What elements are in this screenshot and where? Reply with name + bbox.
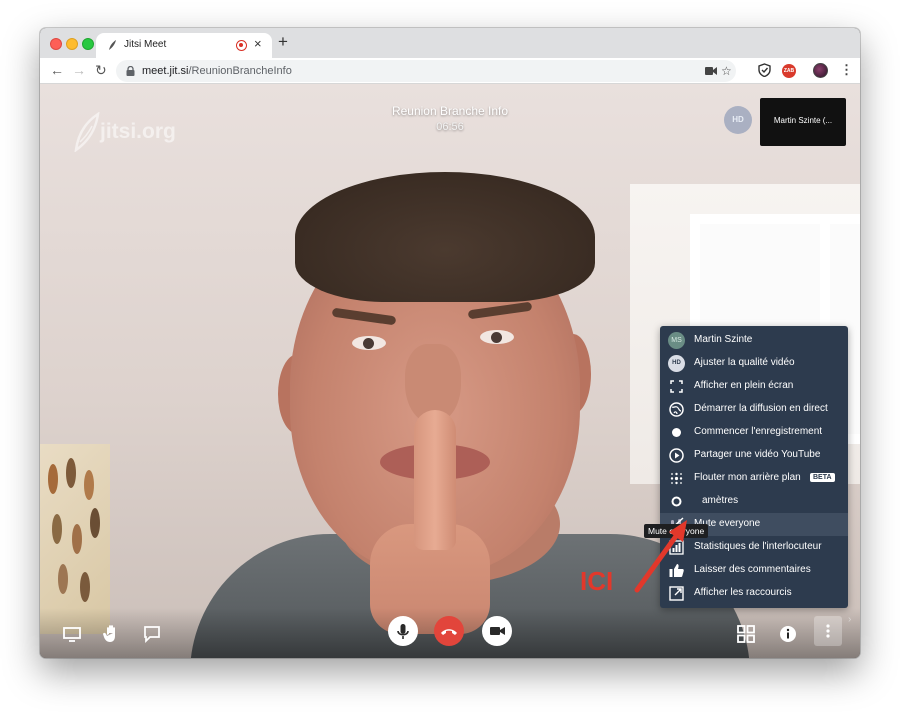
person-finger	[414, 410, 456, 550]
conference-timer: 06:56	[436, 121, 464, 133]
close-tab-icon[interactable]: ×	[254, 36, 262, 51]
youtube-icon	[669, 448, 684, 463]
menu-item-label: Partager une vidéo YouTube	[694, 449, 821, 460]
back-icon[interactable]: ←	[50, 62, 64, 78]
reload-icon[interactable]: ↻	[95, 62, 107, 79]
menu-item-profile[interactable]: MS Martin Szinte	[660, 329, 848, 352]
participant-thumbnail[interactable]: Martin Szinte (...	[760, 98, 846, 146]
tile-view-icon[interactable]	[734, 622, 758, 646]
person-eye-left	[352, 336, 386, 350]
menu-item-label: Flouter mon arrière plan	[694, 472, 801, 483]
avatar: MS	[668, 332, 685, 349]
jitsi-favicon-icon	[109, 40, 116, 50]
menu-item-fullscreen[interactable]: Afficher en plein écran	[660, 375, 848, 398]
microphone-button[interactable]	[388, 616, 418, 646]
menu-item-settings[interactable]: amètres	[660, 490, 848, 513]
bookmark-star-icon[interactable]: ☆	[721, 64, 732, 78]
menu-item-label: Afficher les raccourcis	[694, 587, 792, 598]
hangup-icon	[441, 629, 457, 635]
menu-item-label: Commencer l'enregistrement	[694, 426, 823, 437]
thumbnail-name: Martin Szinte (...	[773, 116, 833, 125]
info-icon[interactable]	[776, 622, 800, 646]
blur-icon	[670, 472, 683, 485]
broadcast-icon	[669, 402, 684, 417]
minimize-window-button[interactable]	[66, 38, 78, 50]
menu-item-label: Afficher en plein écran	[694, 380, 794, 391]
hangup-button[interactable]	[434, 616, 464, 646]
red-arrow-icon	[634, 520, 687, 593]
camera-icon	[490, 627, 505, 635]
zab-extension-icon[interactable]: ZAB	[782, 64, 796, 78]
record-icon	[672, 428, 681, 437]
screen-share-icon[interactable]	[60, 622, 84, 646]
menu-item-livestream[interactable]: Démarrer la diffusion en direct	[660, 398, 848, 421]
fullscreen-icon	[670, 380, 683, 393]
raise-hand-icon[interactable]	[100, 622, 124, 646]
url-path: /ReunionBrancheInfo	[188, 65, 292, 77]
browser-menu-icon[interactable]: ⋮	[840, 62, 853, 78]
camera-button[interactable]	[482, 616, 512, 646]
menu-item-label: Statistiques de l'interlocuteur	[694, 541, 822, 552]
video-stage: jitsi.org Reunion Branche Info 06:56 HD …	[40, 84, 860, 658]
video-quality-badge[interactable]: HD	[724, 106, 752, 134]
profile-avatar[interactable]	[813, 63, 828, 78]
browser-window: Jitsi Meet × + ← → ↻ meet.jit.si/Reunion…	[40, 28, 860, 658]
background-poster	[40, 444, 110, 634]
person-eye-right	[480, 330, 514, 344]
menu-item-blur[interactable]: Flouter mon arrière plan BETA	[660, 467, 848, 490]
more-actions-button[interactable]	[814, 616, 842, 646]
menu-item-label: amètres	[702, 495, 739, 506]
lock-icon	[126, 66, 135, 76]
close-window-button[interactable]	[50, 38, 62, 50]
tab-title: Jitsi Meet	[124, 39, 167, 50]
tab-jitsi-meet[interactable]: Jitsi Meet ×	[96, 33, 272, 58]
url-host: meet.jit.si	[142, 65, 189, 77]
hd-icon: HD	[668, 355, 685, 372]
url-text: meet.jit.si/ReunionBrancheInfo	[142, 65, 292, 77]
annotation-label: ICI	[580, 566, 614, 596]
maximize-window-button[interactable]	[82, 38, 94, 50]
tab-bar: Jitsi Meet × +	[40, 28, 860, 58]
person-hair	[295, 172, 595, 302]
chat-icon[interactable]	[140, 622, 164, 646]
conference-title: Reunion Branche Info	[391, 104, 509, 118]
new-tab-button[interactable]: +	[278, 32, 288, 52]
menu-item-label: Martin Szinte	[694, 334, 753, 345]
menu-item-label: Ajuster la qualité vidéo	[694, 357, 795, 368]
menu-item-label: Démarrer la diffusion en direct	[694, 403, 828, 414]
beta-badge: BETA	[810, 473, 835, 482]
jitsi-watermark[interactable]: jitsi.org	[100, 120, 176, 144]
menu-item-record[interactable]: Commencer l'enregistrement	[660, 421, 848, 444]
vertical-dots-icon	[826, 624, 830, 638]
microphone-icon	[397, 624, 409, 639]
gear-icon	[671, 496, 682, 507]
browser-toolbar: ← → ↻ meet.jit.si/ReunionBrancheInfo ☆ Z…	[40, 58, 860, 84]
menu-item-youtube[interactable]: Partager une vidéo YouTube	[660, 444, 848, 467]
shield-extension-icon[interactable]	[758, 63, 771, 77]
recording-indicator-icon	[236, 40, 247, 51]
camera-indicator-icon[interactable]	[705, 66, 717, 76]
menu-item-label: Laisser des commentaires	[694, 564, 811, 575]
menu-item-video-quality[interactable]: HD Ajuster la qualité vidéo	[660, 352, 848, 375]
forward-icon[interactable]: →	[72, 62, 86, 78]
address-bar[interactable]: meet.jit.si/ReunionBrancheInfo ☆	[116, 60, 736, 82]
